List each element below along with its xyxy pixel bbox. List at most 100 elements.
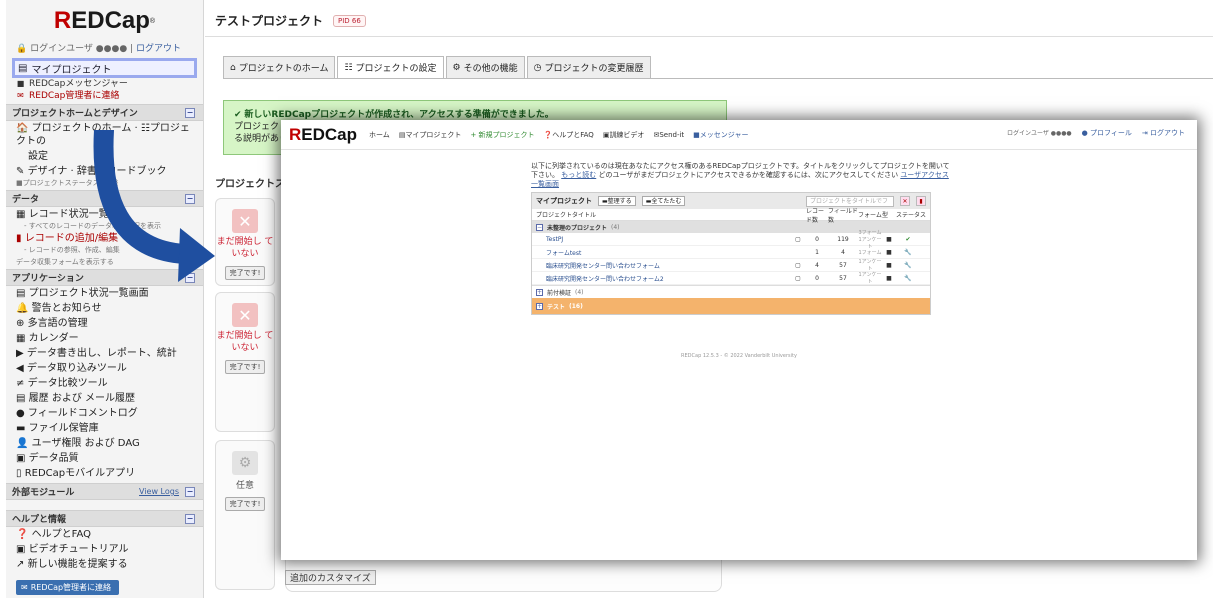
btn-label: 整理する	[607, 198, 632, 205]
clear-icon[interactable]: ✕	[900, 196, 910, 206]
user-menu: ログインユーザ ●●●● ● プロフィール ⇥ ログアウト	[1007, 128, 1185, 138]
wrench-icon: 🔧	[904, 274, 912, 282]
quality-icon: ▣	[16, 453, 26, 464]
app-label: データ品質	[28, 453, 79, 464]
app-item[interactable]: ▯ REDCapモバイルアプリ	[6, 466, 203, 481]
type-icon: ■	[886, 248, 892, 256]
col-forms[interactable]: フォーム	[858, 210, 882, 219]
tab-project-home[interactable]: ⌂ プロジェクトのホーム	[223, 56, 336, 78]
col-fields[interactable]: フィールド数	[828, 206, 858, 224]
done-button[interactable]: 完了です!	[224, 266, 266, 280]
tab-label: プロジェクトの変更履歴	[544, 64, 644, 74]
col-type[interactable]: 型	[882, 210, 896, 219]
section-title: ヘルプと情報	[12, 515, 67, 525]
contact-admin-link[interactable]: ✉ REDCap管理者に連絡	[6, 90, 203, 102]
form-count: 3フォーム 1アンケート	[858, 229, 882, 250]
collapse-toggle[interactable]: −	[185, 107, 195, 118]
nav-my-projects[interactable]: ▤マイプロジェクト	[399, 130, 462, 140]
project-link[interactable]: 臨床研究開発センター問い合わせフォーム2	[536, 274, 790, 283]
contact-admin-button[interactable]: ✉ REDCap管理者に連絡	[16, 580, 119, 595]
section-home-design: プロジェクトホームとデザイン −	[6, 104, 203, 121]
read-more-link[interactable]: もっと読む	[561, 171, 596, 179]
form-count: 1アンケート	[858, 259, 882, 272]
not-equal-icon: ≠	[16, 378, 25, 389]
folder-verification[interactable]: + 前付検証 (4)	[532, 285, 930, 298]
tab-revision-history[interactable]: ◷ プロジェクトの変更履歴	[526, 56, 651, 78]
envelope-icon: ✉	[17, 91, 24, 100]
col-status[interactable]: ステータス	[896, 210, 926, 219]
app-item[interactable]: ▦ カレンダー	[6, 331, 203, 346]
app-item[interactable]: ▤ 履歴 および メール履歴	[6, 391, 203, 406]
col-title[interactable]: プロジェクトタイトル	[536, 210, 806, 219]
collapse-toggle[interactable]: −	[185, 513, 195, 524]
nav-help-faq[interactable]: ❓ヘルプとFAQ	[544, 130, 594, 140]
user-line: 🔒 ログインユーザ ●●●● | ログアウト	[16, 44, 181, 54]
help-label: ヘルプとFAQ	[31, 529, 92, 540]
app-item[interactable]: ⊕ 多言語の管理	[6, 316, 203, 331]
gear-icon: ⚙	[452, 62, 461, 73]
collapse-all-button[interactable]: ▬全てたたむ	[641, 196, 686, 206]
nav-new-project[interactable]: + 新規プロジェクト	[470, 130, 534, 140]
app-label: 履歴 および メール履歴	[28, 393, 135, 404]
my-projects-link[interactable]: ▤ マイプロジェクト	[12, 58, 197, 78]
app-item[interactable]: ▬ ファイル保管庫	[6, 421, 203, 436]
organize-button[interactable]: ▬整理する	[598, 196, 636, 206]
nav-send-it[interactable]: ✉Send-it	[653, 131, 684, 139]
logout-link[interactable]: ⇥ ログアウト	[1142, 128, 1185, 138]
table-row[interactable]: 臨床研究開発センター問い合わせフォーム2 ▢ 0 57 1アンケート ■ 🔧	[532, 272, 930, 285]
optional-label: 任意	[235, 481, 254, 491]
field-count: 57	[839, 261, 847, 269]
comment-icon: ●	[16, 408, 25, 419]
app-item[interactable]: 👤 ユーザ権限 および DAG	[6, 436, 203, 451]
redcap-logo[interactable]: REDCap	[289, 125, 357, 145]
app-item[interactable]: ◀ データ取り込みツール	[6, 361, 203, 376]
logout-icon: ⇥	[1141, 129, 1148, 137]
app-item[interactable]: ≠ データ比較ツール	[6, 376, 203, 391]
folder-label: 未整理のプロジェクト	[547, 224, 608, 232]
chat-icon: ■	[693, 130, 700, 139]
app-item[interactable]: ▶ データ書き出し、レポート、統計	[6, 346, 203, 361]
nav-messenger[interactable]: ■メッセンジャー	[693, 130, 748, 140]
nav-training-videos[interactable]: ▣訓練ビデオ	[603, 130, 645, 140]
project-link[interactable]: 臨床研究開発センター問い合わせフォーム	[536, 261, 790, 270]
collapse-toggle[interactable]: −	[185, 486, 195, 497]
tab-label: プロジェクトの設定	[355, 64, 437, 74]
chat-icon: ■	[16, 79, 25, 88]
app-item[interactable]: ● フィールドコメントログ	[6, 406, 203, 421]
video-tutorial-link[interactable]: ▣ ビデオチュートリアル	[6, 542, 203, 557]
table-row[interactable]: TestPJ ▢ 0 119 3フォーム 1アンケート ■ ✔	[532, 230, 930, 250]
wrench-icon: 🔧	[904, 248, 912, 256]
app-item[interactable]: ▣ データ品質	[6, 451, 203, 466]
question-icon: ❓	[543, 130, 553, 139]
intro-sentence-2: どのユーザがまだプロジェクトにアクセスできるかを確認するには、次にアクセスしてく…	[598, 171, 899, 179]
pid-badge: PID 66	[333, 14, 366, 27]
logout-link[interactable]: ログアウト	[136, 44, 181, 54]
home-icon: ⌂	[230, 62, 236, 73]
tab-other-functions[interactable]: ⚙ その他の機能	[445, 56, 525, 78]
suggest-feature-link[interactable]: ↗ 新しい機能を提案する	[6, 557, 203, 572]
tab-project-setup[interactable]: ☷ プロジェクトの設定	[337, 56, 444, 78]
folder-count: (4)	[611, 223, 620, 231]
login-user: ログインユーザ ●●●●	[1006, 129, 1072, 137]
messenger-link[interactable]: ■ REDCapメッセンジャー	[6, 78, 203, 90]
view-logs-link[interactable]: View Logs	[139, 487, 179, 496]
profile-link[interactable]: ● プロフィール	[1082, 128, 1132, 138]
trash-icon[interactable]: ▮	[916, 196, 926, 206]
folder-test[interactable]: + テスト (16)	[532, 298, 930, 314]
expand-icon: +	[536, 288, 543, 296]
done-button[interactable]: 完了です!	[224, 497, 266, 511]
app-label: フィールドコメントログ	[27, 408, 138, 419]
col-records[interactable]: レコード数	[806, 206, 828, 224]
nav-home[interactable]: ホーム	[369, 130, 390, 140]
redcap-logo[interactable]: R EDCap ®	[6, 0, 203, 42]
app-item[interactable]: 🔔 警告とお知らせ	[6, 301, 203, 316]
table-title: マイプロジェクト	[536, 197, 592, 205]
project-link[interactable]: TestPJ	[536, 236, 790, 243]
project-link[interactable]: フォームtest	[536, 248, 790, 257]
help-faq-link[interactable]: ❓ ヘルプとFAQ	[6, 527, 203, 542]
additional-customizations-button[interactable]: 追加のカスタマイズ	[285, 570, 376, 585]
done-button[interactable]: 完了です!	[224, 360, 266, 374]
section-title: データ	[12, 195, 40, 205]
film-icon: ▣	[16, 544, 26, 555]
survey-icon: ▢	[795, 235, 801, 243]
